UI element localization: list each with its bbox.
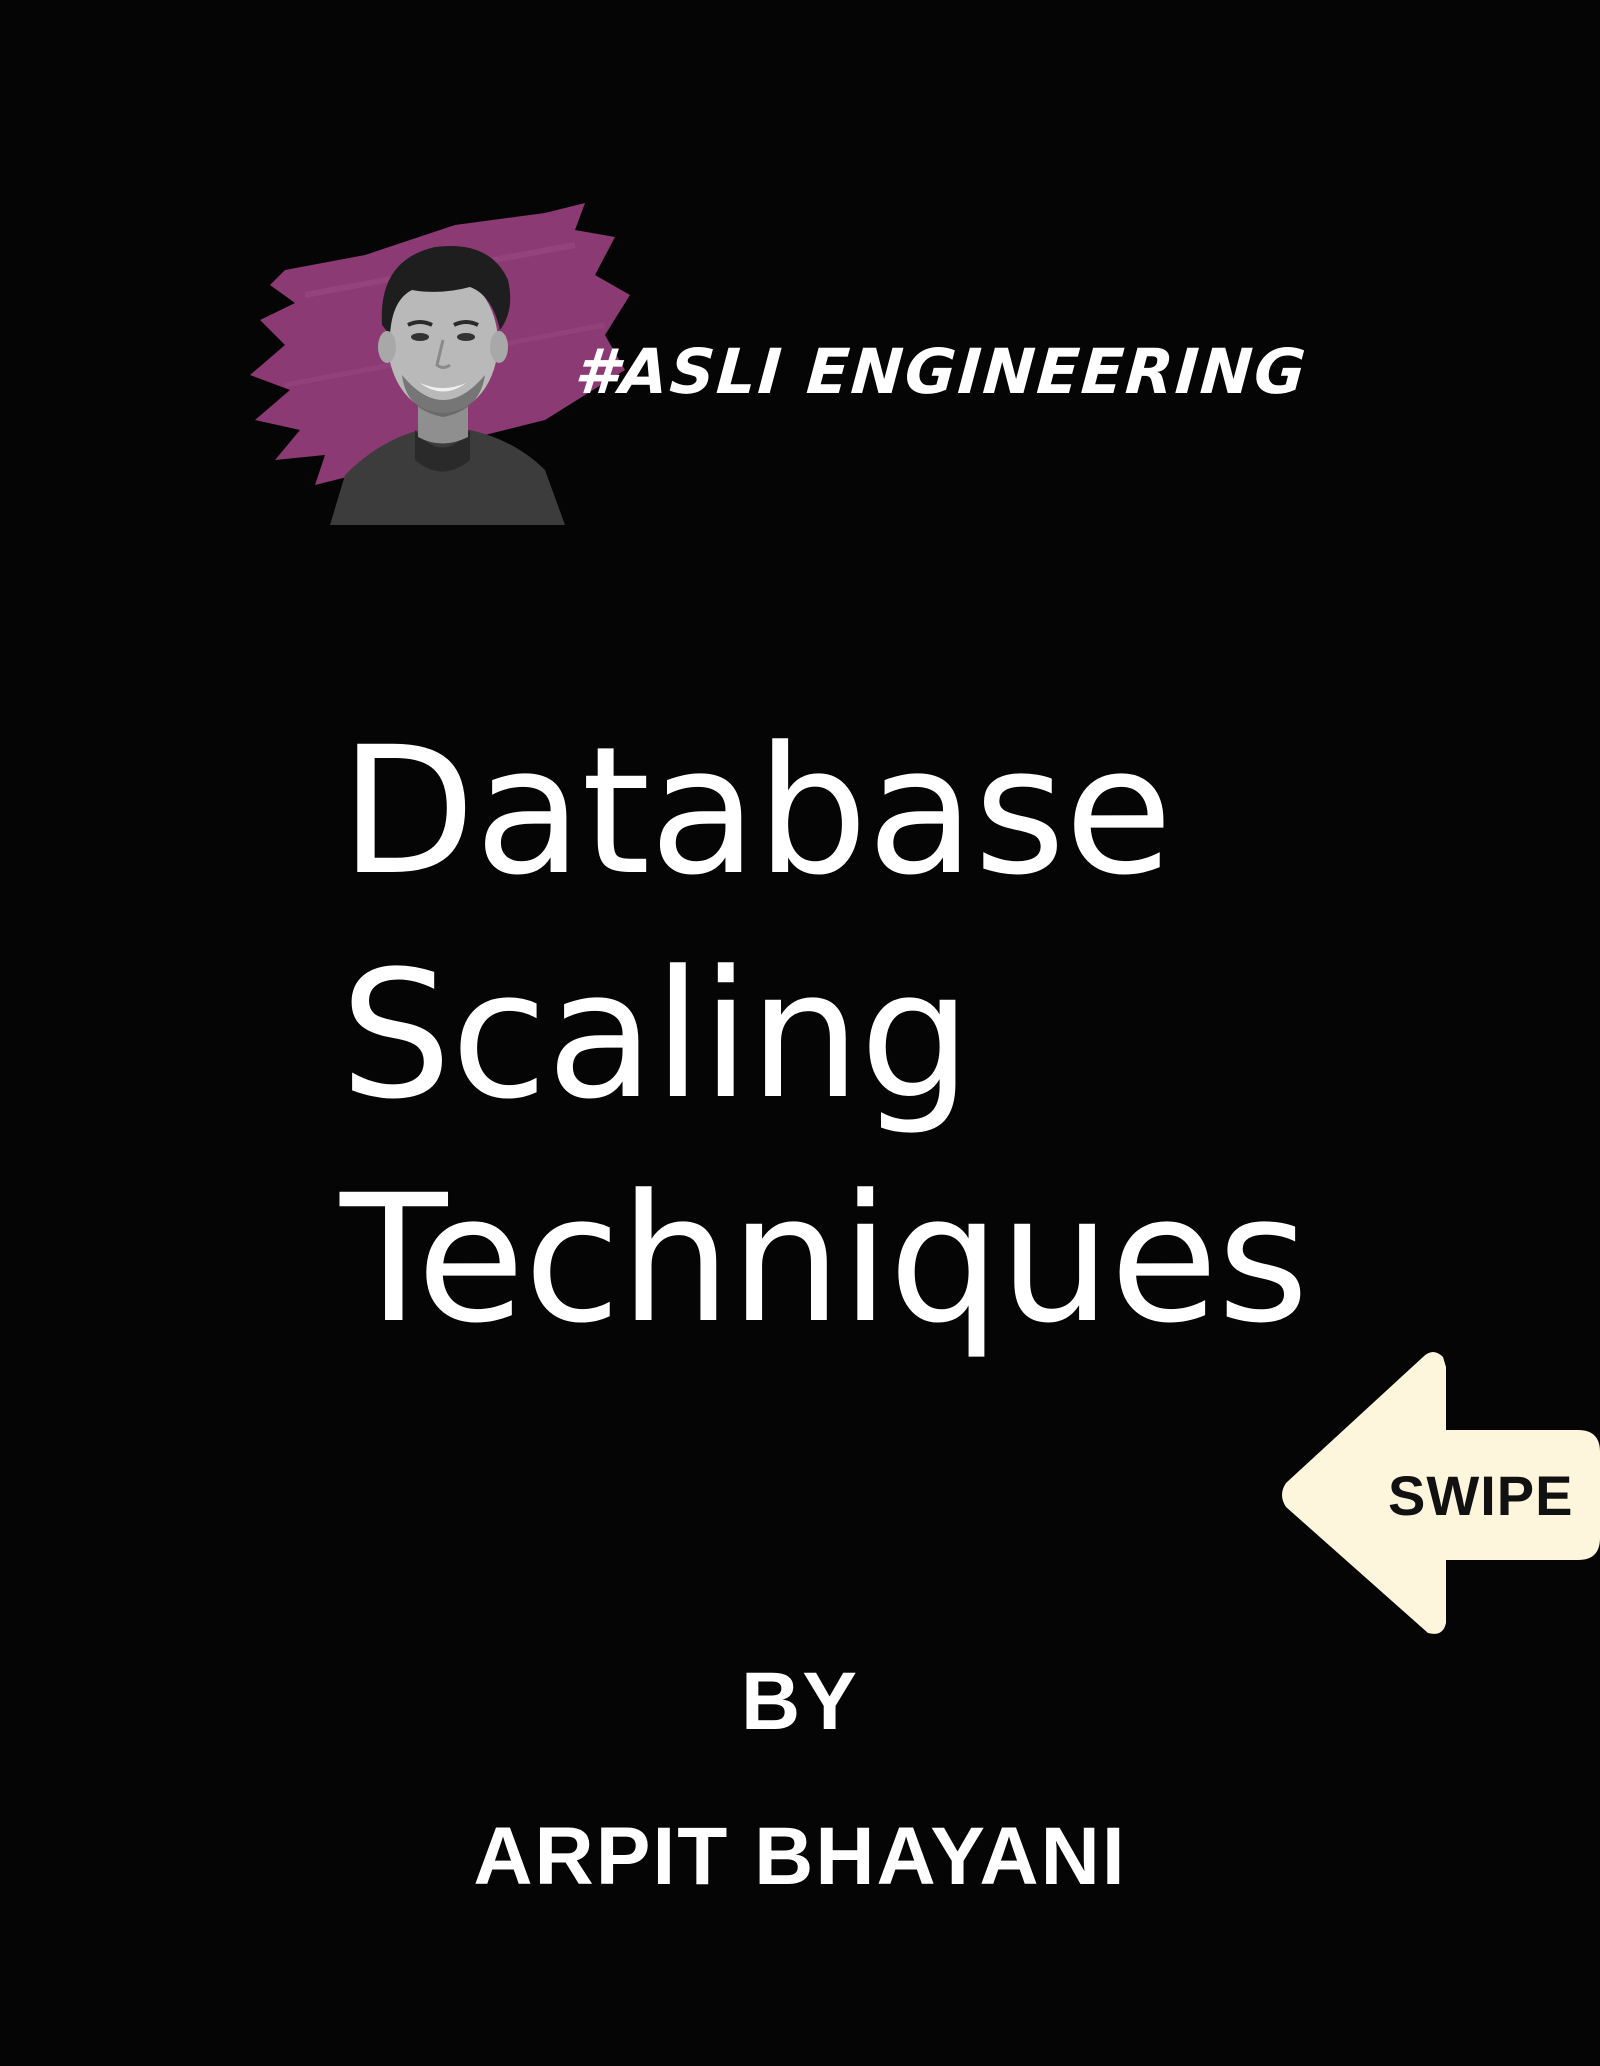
page-title: Database Scaling Techniques — [340, 700, 1309, 1372]
author-avatar — [330, 245, 565, 525]
title-line-1: Database — [340, 709, 1173, 914]
hashtag-label: #ASLI ENGINEERING — [572, 335, 1310, 408]
swipe-label: SWIPE — [1388, 1464, 1574, 1527]
byline-by: BY — [741, 1656, 859, 1747]
swipe-button[interactable]: SWIPE — [1278, 1345, 1600, 1645]
brand-header: #ASLI ENGINEERING — [245, 185, 1365, 525]
title-line-2: Scaling — [340, 933, 971, 1138]
author-name: ARPIT BHAYANI — [473, 1811, 1127, 1902]
title-line-3: Techniques — [340, 1157, 1309, 1362]
